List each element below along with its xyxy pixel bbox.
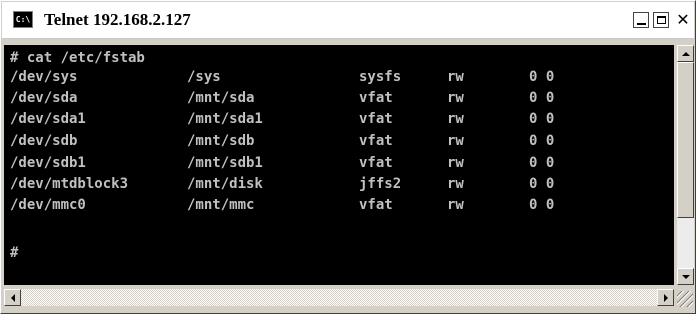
options-cell: rw [447, 176, 464, 192]
device-cell: /dev/sdb1 [10, 155, 86, 171]
fstab-row: /dev/mtdblock3 /mnt/disk jffs2 rw 0 0 [10, 174, 554, 194]
terminal-output[interactable]: # cat /etc/fstab /dev/sys /sys sysfs rw … [4, 45, 674, 285]
close-icon: ✕ [676, 10, 690, 29]
dump-pass-cell: 0 0 [529, 197, 555, 213]
scroll-left-button[interactable] [4, 289, 21, 306]
device-cell: /dev/mmc0 [10, 197, 86, 213]
options-cell: rw [447, 69, 464, 85]
fstype-cell: jffs2 [359, 176, 402, 192]
fstab-row: /dev/mmc0 /mnt/mmc vfat rw 0 0 [10, 195, 554, 215]
dump-pass-cell: 0 0 [529, 111, 555, 127]
fstype-cell: vfat [359, 197, 393, 213]
minimize-icon [636, 23, 646, 25]
fstype-cell: vfat [359, 111, 393, 127]
dump-pass-cell: 0 0 [529, 69, 555, 85]
shell-prompt: # [10, 245, 19, 261]
fstype-cell: vfat [359, 90, 393, 106]
mount-cell: /sys [187, 69, 221, 85]
options-cell: rw [447, 197, 464, 213]
telnet-app-icon[interactable]: C:\ [13, 11, 33, 28]
dump-pass-cell: 0 0 [529, 155, 555, 171]
scroll-up-button[interactable] [677, 45, 694, 62]
mount-cell: /mnt/sdb1 [187, 155, 263, 171]
arrow-right-icon [663, 293, 668, 302]
device-cell: /dev/sda [10, 90, 78, 106]
command-line: # cat /etc/fstab [10, 50, 145, 66]
options-cell: rw [447, 155, 464, 171]
mount-cell: /mnt/disk [187, 176, 263, 192]
device-cell: /dev/sdb [10, 133, 78, 149]
device-cell: /dev/mtdblock3 [10, 176, 129, 192]
fstype-cell: sysfs [359, 69, 402, 85]
mount-cell: /mnt/sda [187, 90, 255, 106]
fstype-cell: vfat [359, 133, 393, 149]
options-cell: rw [447, 111, 464, 127]
minimize-button[interactable] [633, 12, 649, 28]
mount-cell: /mnt/mmc [187, 197, 255, 213]
fstab-row: /dev/sda1 /mnt/sda1 vfat rw 0 0 [10, 109, 554, 129]
scroll-down-button[interactable] [677, 268, 694, 285]
telnet-window: C:\ Telnet 192.168.2.127 ✕ # cat /etc/fs… [0, 0, 696, 314]
fstab-row: /dev/sdb1 /mnt/sdb1 vfat rw 0 0 [10, 153, 554, 173]
vertical-scroll-thumb[interactable] [677, 62, 694, 218]
device-cell: /dev/sys [10, 69, 78, 85]
maximize-button[interactable] [653, 12, 669, 28]
close-button[interactable]: ✕ [675, 12, 691, 28]
dump-pass-cell: 0 0 [529, 176, 555, 192]
maximize-icon [656, 16, 666, 24]
options-cell: rw [447, 90, 464, 106]
dump-pass-cell: 0 0 [529, 133, 555, 149]
fstab-row: /dev/sda /mnt/sda vfat rw 0 0 [10, 88, 554, 108]
device-cell: /dev/sda1 [10, 111, 86, 127]
vertical-scrollbar[interactable] [677, 45, 694, 285]
fstab-row: /dev/sys /sys sysfs rw 0 0 [10, 67, 554, 87]
window-title: Telnet 192.168.2.127 [44, 10, 191, 29]
title-bar[interactable]: C:\ Telnet 192.168.2.127 ✕ [2, 2, 694, 39]
options-cell: rw [447, 133, 464, 149]
fstype-cell: vfat [359, 155, 393, 171]
arrow-left-icon [10, 293, 15, 302]
arrow-down-icon [681, 274, 690, 279]
dump-pass-cell: 0 0 [529, 90, 555, 106]
mount-cell: /mnt/sdb [187, 133, 255, 149]
resize-grip-icon[interactable] [677, 291, 693, 307]
scroll-right-button[interactable] [657, 289, 674, 306]
horizontal-scrollbar[interactable] [4, 289, 674, 306]
horizontal-scroll-track[interactable] [21, 289, 657, 306]
fstab-row: /dev/sdb /mnt/sdb vfat rw 0 0 [10, 131, 554, 151]
arrow-up-icon [681, 51, 690, 56]
mount-cell: /mnt/sda1 [187, 111, 263, 127]
